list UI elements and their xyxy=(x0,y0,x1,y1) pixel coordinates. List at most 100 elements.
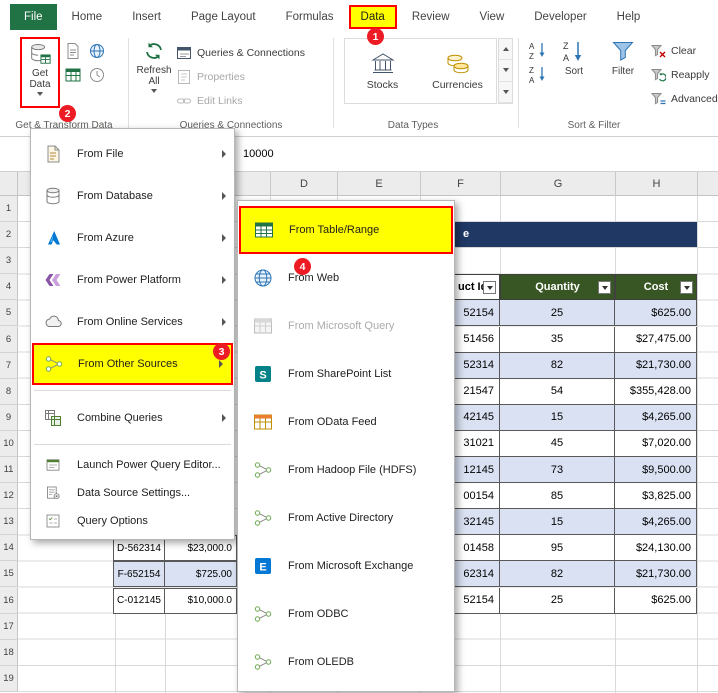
menu-item-from-azure[interactable]: From Azure xyxy=(31,217,234,259)
row-header[interactable]: 18 xyxy=(0,639,18,666)
cell-quantity[interactable]: 82 xyxy=(500,561,615,588)
get-data-button[interactable]: Get Data xyxy=(20,37,60,108)
cell-product-id[interactable]: F-652154 xyxy=(113,561,165,588)
cell-quantity[interactable]: 35 xyxy=(500,326,615,353)
tab-review[interactable]: Review xyxy=(397,5,465,29)
row-header[interactable]: 10 xyxy=(0,430,18,457)
cell-quantity[interactable]: 15 xyxy=(500,404,615,431)
cell-quantity[interactable]: 25 xyxy=(500,587,615,614)
row-header[interactable]: 12 xyxy=(0,483,18,510)
submenu-item-from-microsoft-exchange[interactable]: E From Microsoft Exchange xyxy=(238,542,454,590)
cell-cost[interactable]: $21,730.00 xyxy=(615,352,697,379)
tab-file[interactable]: File xyxy=(10,3,57,30)
from-web-icon[interactable] xyxy=(88,42,106,60)
cell-cost[interactable]: $725.00 xyxy=(165,561,237,588)
cell-quantity[interactable]: 95 xyxy=(500,535,615,562)
row-header[interactable]: 2 xyxy=(0,222,18,249)
menu-item-launch-power-query-editor[interactable]: Launch Power Query Editor... xyxy=(31,451,234,479)
cell-cost[interactable]: $21,730.00 xyxy=(615,561,697,588)
advanced-filter-button[interactable]: Advanced xyxy=(650,91,718,107)
sort-button[interactable]: ZA Sort xyxy=(552,38,596,77)
tab-help[interactable]: Help xyxy=(602,5,656,29)
menu-item-from-file[interactable]: From File xyxy=(31,133,234,175)
edit-links-button[interactable]: Edit Links xyxy=(176,93,243,109)
cell-cost[interactable]: $9,500.00 xyxy=(615,457,697,484)
menu-item-from-online-services[interactable]: From Online Services xyxy=(31,301,234,343)
row-header[interactable]: 16 xyxy=(0,587,18,614)
submenu-item-from-active-directory[interactable]: From Active Directory xyxy=(238,494,454,542)
tab-formulas[interactable]: Formulas xyxy=(271,5,349,29)
cell-product-id[interactable]: C-012145 xyxy=(113,587,165,614)
row-header[interactable]: 6 xyxy=(0,326,18,353)
submenu-item-from-microsoft-query[interactable]: From Microsoft Query xyxy=(238,302,454,350)
submenu-item-from-odata-feed[interactable]: From OData Feed xyxy=(238,398,454,446)
cell-cost[interactable]: $3,825.00 xyxy=(615,483,697,510)
submenu-item-from-sharepoint-list[interactable]: S From SharePoint List xyxy=(238,350,454,398)
cell-quantity[interactable]: 45 xyxy=(500,430,615,457)
row-header[interactable]: 7 xyxy=(0,352,18,379)
tab-data[interactable]: Data xyxy=(348,4,397,29)
row-header[interactable]: 15 xyxy=(0,561,18,588)
select-all-corner[interactable] xyxy=(0,172,18,196)
column-header-d[interactable]: D xyxy=(270,172,337,196)
from-table-range-icon[interactable] xyxy=(64,66,82,84)
cell-cost[interactable]: $24,130.00 xyxy=(615,535,697,562)
properties-button[interactable]: Properties xyxy=(176,69,245,85)
menu-item-data-source-settings[interactable]: Data Source Settings... xyxy=(31,479,234,507)
filter-dropdown-button[interactable] xyxy=(483,281,496,295)
tab-view[interactable]: View xyxy=(465,5,520,29)
cell-quantity[interactable]: 25 xyxy=(500,300,615,327)
menu-item-query-options[interactable]: Query Options xyxy=(31,507,234,535)
cell-quantity[interactable]: 15 xyxy=(500,509,615,536)
menu-item-from-power-platform[interactable]: From Power Platform xyxy=(31,259,234,301)
cell-cost[interactable]: $4,265.00 xyxy=(615,404,697,431)
header-cell-quantity[interactable]: Quantity xyxy=(500,274,615,301)
submenu-item-from-table-range[interactable]: From Table/Range xyxy=(239,206,453,254)
sort-a-to-z-button[interactable]: AZ xyxy=(528,40,548,60)
column-header-e[interactable]: E xyxy=(337,172,420,196)
row-header[interactable]: 4 xyxy=(0,274,18,301)
row-header[interactable]: 9 xyxy=(0,404,18,431)
row-header[interactable]: 11 xyxy=(0,457,18,484)
cell-cost[interactable]: $10,000.0 xyxy=(165,587,237,614)
menu-item-combine-queries[interactable]: Combine Queries xyxy=(31,397,234,439)
menu-item-from-database[interactable]: From Database xyxy=(31,175,234,217)
gallery-scroll-down-button[interactable] xyxy=(499,60,512,82)
cell-cost[interactable]: $4,265.00 xyxy=(615,509,697,536)
column-header-h[interactable]: H xyxy=(615,172,697,196)
cell-cost[interactable]: $27,475.00 xyxy=(615,326,697,353)
tab-page-layout[interactable]: Page Layout xyxy=(176,5,271,29)
recent-sources-icon[interactable] xyxy=(88,66,106,84)
row-header[interactable]: 5 xyxy=(0,300,18,327)
stocks-button[interactable]: Stocks xyxy=(345,39,420,103)
refresh-all-button[interactable]: Refresh All xyxy=(131,39,177,93)
reapply-filter-button[interactable]: Reapply xyxy=(650,67,710,83)
row-header[interactable]: 1 xyxy=(0,196,18,223)
from-text-csv-icon[interactable] xyxy=(64,42,82,60)
cell-cost[interactable]: $625.00 xyxy=(615,587,697,614)
clear-filter-button[interactable]: Clear xyxy=(650,43,696,59)
column-header-g[interactable]: G xyxy=(500,172,615,196)
row-header[interactable]: 19 xyxy=(0,665,18,692)
cell-cost[interactable]: $355,428.00 xyxy=(615,378,697,405)
row-header[interactable]: 17 xyxy=(0,613,18,640)
gallery-more-button[interactable] xyxy=(499,82,512,103)
row-header[interactable]: 14 xyxy=(0,535,18,562)
submenu-item-from-web[interactable]: From Web xyxy=(238,254,454,302)
queries-connections-button[interactable]: Queries & Connections xyxy=(176,45,305,61)
sort-z-to-a-button[interactable]: ZA xyxy=(528,64,548,84)
cell-quantity[interactable]: 54 xyxy=(500,378,615,405)
cell-cost[interactable]: $7,020.00 xyxy=(615,430,697,457)
tab-insert[interactable]: Insert xyxy=(117,5,176,29)
menu-item-from-other-sources[interactable]: From Other Sources xyxy=(32,343,233,385)
row-header[interactable]: 8 xyxy=(0,378,18,405)
column-header-partial[interactable] xyxy=(697,172,718,196)
tab-home[interactable]: Home xyxy=(57,5,118,29)
filter-button[interactable]: Filter xyxy=(600,38,646,77)
column-header-f[interactable]: F xyxy=(420,172,500,196)
cell-cost[interactable]: $625.00 xyxy=(615,300,697,327)
submenu-item-from-odbc[interactable]: From ODBC xyxy=(238,590,454,638)
filter-dropdown-button[interactable] xyxy=(598,281,611,295)
cell-quantity[interactable]: 82 xyxy=(500,352,615,379)
gallery-scroll-up-button[interactable] xyxy=(499,39,512,61)
